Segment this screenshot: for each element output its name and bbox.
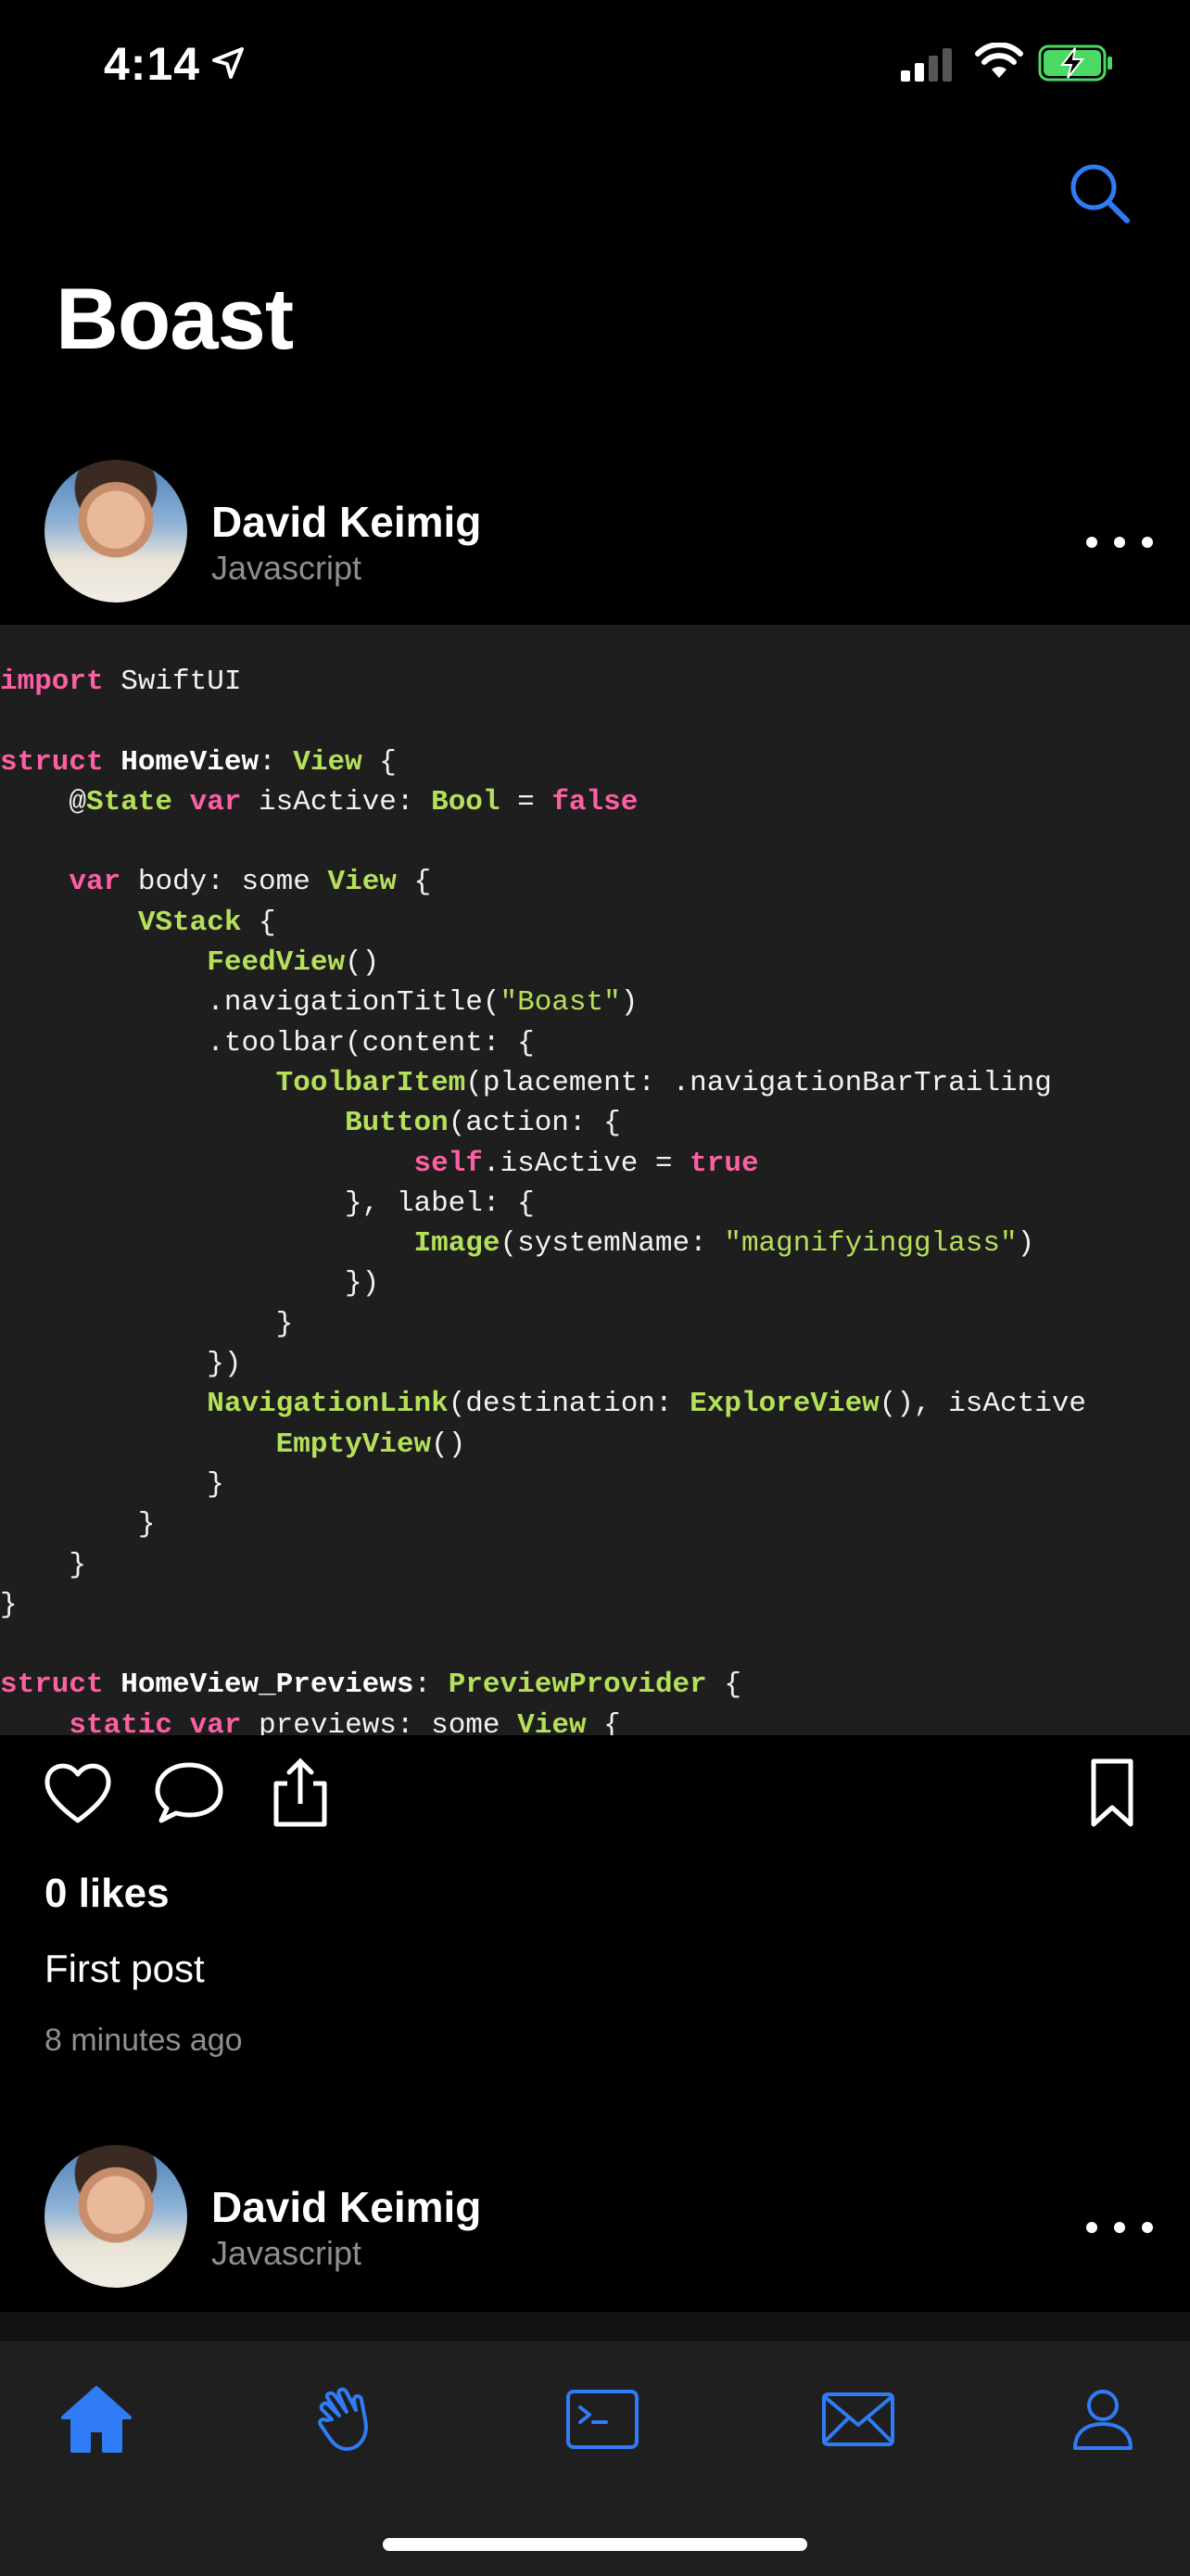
code-block[interactable]: import SwiftUI struct HomeView: View { @… [0,625,1190,1735]
search-button[interactable] [1068,161,1131,224]
tab-profile[interactable] [1057,2373,1149,2466]
author-avatar[interactable] [44,460,187,603]
location-arrow-icon [212,47,244,79]
like-heart-button[interactable] [41,1756,115,1830]
next-post-content [0,2312,1190,2341]
post-timestamp: 8 minutes ago [44,2023,243,2058]
tab-explore[interactable] [302,2373,395,2466]
more-options-button[interactable] [1086,2214,1153,2241]
wifi-icon [975,43,1023,78]
likes-count[interactable]: 0 likes [44,1871,170,1917]
post-caption: First post [44,1947,205,1990]
post-language: Javascript [211,2234,362,2272]
code-text: import SwiftUI struct HomeView: View { @… [0,666,1087,1735]
person-icon [1073,2390,1133,2450]
author-avatar[interactable] [44,2145,187,2288]
page-title: Boast [56,270,294,367]
author-name[interactable]: David Keimig [211,2182,481,2232]
author-name[interactable]: David Keimig [211,497,481,547]
battery-charging-icon [1038,44,1112,82]
more-options-button[interactable] [1086,528,1153,556]
envelope-icon [822,2392,894,2446]
bookmark-button[interactable] [1075,1756,1149,1830]
tab-home[interactable] [50,2373,143,2466]
post-language: Javascript [211,549,362,587]
hand-wave-icon [318,2387,368,2451]
terminal-icon [566,2390,639,2449]
cellular-signal-icon [901,48,952,82]
tab-code[interactable] [556,2373,649,2466]
share-button[interactable] [263,1756,337,1830]
home-indicator[interactable] [383,2538,807,2551]
tab-messages[interactable] [812,2373,905,2466]
home-icon [61,2386,132,2453]
comment-bubble-button[interactable] [152,1756,226,1830]
status-time: 4:14 [104,38,201,90]
